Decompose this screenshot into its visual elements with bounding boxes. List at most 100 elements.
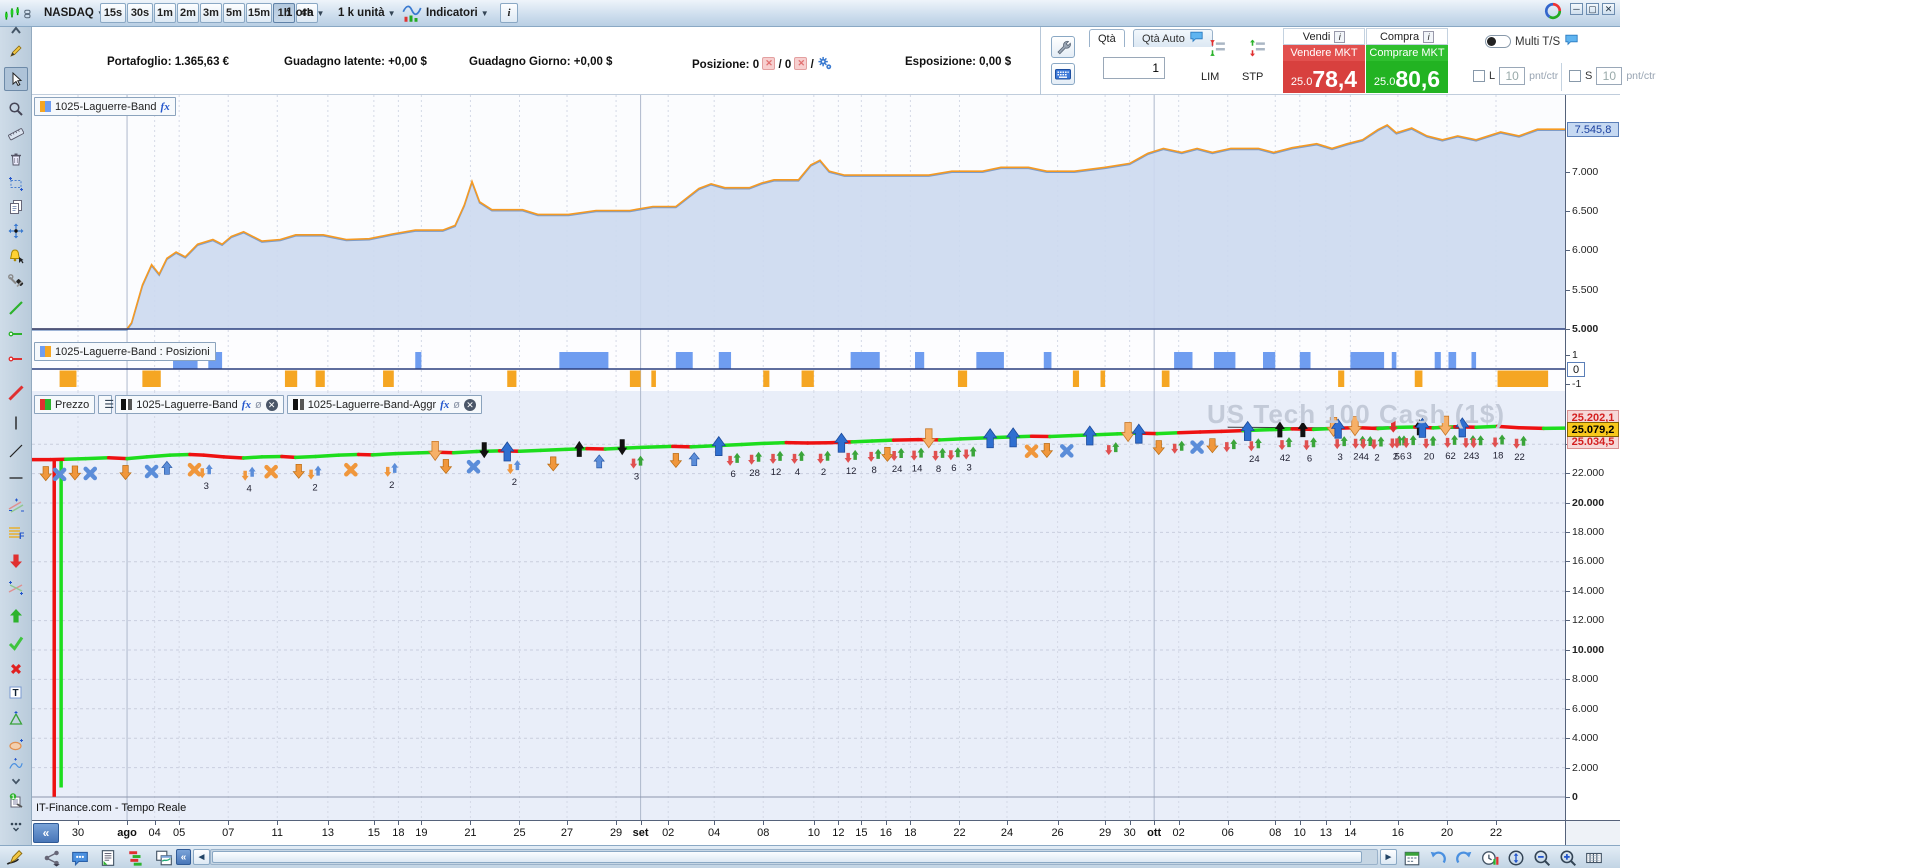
line-vertical-icon[interactable] (4, 411, 28, 435)
trendline-green-icon[interactable] (4, 296, 28, 320)
zone-select-icon[interactable] (4, 172, 28, 196)
info-icon[interactable]: i (1423, 30, 1435, 43)
positions-panel-tab[interactable]: 1025-Laguerre-Band : Posizioni (34, 342, 216, 361)
timeframe-button-5m[interactable]: 5m (223, 3, 245, 23)
close-indicator-icon[interactable]: ✕ (464, 398, 477, 411)
triangle-icon[interactable] (4, 707, 28, 731)
segment-green-icon[interactable] (4, 322, 28, 346)
hide-indicator-icon[interactable]: ø (255, 399, 262, 411)
undo-icon[interactable] (1426, 848, 1450, 867)
move-icon[interactable] (4, 219, 28, 243)
minimize-button[interactable]: ─ (1570, 3, 1583, 15)
fibonacci-icon[interactable]: F (4, 521, 28, 545)
timeframe-button-3m[interactable]: 3m (200, 3, 222, 23)
line-diagonal-icon[interactable] (4, 439, 28, 463)
alarm-icon[interactable] (4, 244, 28, 268)
windows-icon[interactable] (152, 848, 176, 867)
cursor-icon[interactable] (4, 67, 28, 91)
lim-button[interactable]: LIM (1201, 71, 1219, 83)
position-settings-icon[interactable] (817, 56, 833, 74)
tab-qty-auto[interactable]: Qtà Auto (1133, 29, 1213, 47)
calendar-icon[interactable] (1400, 848, 1424, 867)
line-red-icon[interactable] (4, 381, 28, 405)
tools-icon[interactable] (4, 269, 28, 293)
segment-red-icon[interactable] (4, 347, 28, 371)
indicators-menu[interactable]: Indicatori ▼ (426, 3, 489, 23)
zoom-vertical-icon[interactable] (1504, 848, 1528, 867)
timeframe-button-30s[interactable]: 30s (127, 3, 153, 23)
close-position-icon[interactable] (794, 57, 808, 70)
buy-price[interactable]: 25.0 80,6 (1366, 61, 1448, 93)
more-dots-icon[interactable] (4, 813, 28, 837)
arrow-up-green-icon[interactable] (4, 604, 28, 628)
units-select[interactable]: 1 k unità ▼ (338, 3, 396, 23)
sell-mkt-button[interactable]: Vendere MKT (1283, 45, 1365, 61)
orders-badge-icon[interactable]: 1 (4, 789, 28, 813)
report-icon[interactable] (96, 848, 120, 867)
legend-menu-button[interactable]: ☰ (98, 395, 114, 414)
zoom-out-icon[interactable] (1530, 848, 1554, 867)
stop-points-input[interactable] (1596, 67, 1623, 85)
channel-icon[interactable] (4, 494, 28, 518)
period-select[interactable]: 1 ora ▼ (286, 3, 324, 23)
scroll-left-button[interactable]: ◄ (193, 849, 210, 865)
timeframe-button-1m[interactable]: 1m (154, 3, 176, 23)
chart-scrollbar[interactable] (210, 849, 1378, 865)
timeframe-button-2m[interactable]: 2m (177, 3, 199, 23)
timeframe-button-15s[interactable]: 15s (100, 3, 126, 23)
tab-prezzo[interactable]: Prezzo (34, 395, 96, 414)
close-button[interactable]: ✕ (1602, 3, 1615, 15)
chat-icon[interactable] (68, 848, 92, 867)
x-red-icon[interactable] (4, 657, 28, 681)
tab-1025-laguerre-band-aggr[interactable]: 1025-Laguerre-Band-Aggr fx ø ✕ (286, 395, 483, 414)
zoom-in-icon[interactable] (1556, 848, 1580, 867)
timeframe-button-15m[interactable]: 15m (246, 3, 272, 23)
multi-ts-toggle[interactable] (1485, 35, 1511, 48)
tab-1025-laguerre-band[interactable]: 1025-Laguerre-Band fx ø ✕ (115, 395, 284, 414)
close-indicator-icon[interactable]: ✕ (265, 398, 278, 411)
share-icon[interactable] (40, 848, 64, 867)
text-tool-icon[interactable]: T (4, 681, 28, 705)
scroll-right-button[interactable]: ► (1380, 849, 1397, 865)
collapse-left-button[interactable]: « (33, 823, 59, 843)
qty-input[interactable] (1103, 57, 1165, 79)
arrow-down-red-icon[interactable] (4, 549, 28, 573)
close-position-icon[interactable] (762, 57, 776, 70)
magnifier-icon[interactable] (4, 97, 28, 121)
copy-icon[interactable] (4, 195, 28, 219)
positions-panel[interactable]: 1025-Laguerre-Band : Posizioni (32, 340, 1565, 391)
grid-columns-icon[interactable] (1582, 848, 1606, 867)
price-panel[interactable]: 3 4 2 2 2 3 6 28 12 4 2 12 8 24 14 8 6 3 24 42 6 3 24 4 2 2 56 3 20 6… (32, 391, 1565, 820)
sell-price[interactable]: 25.0 78,4 (1283, 61, 1365, 93)
x-axis[interactable]: « 30 ago 04 05 07 11 13 15 18 19 21 25 27 29 set 02 04 08… (32, 820, 1565, 845)
limit-checkbox[interactable] (1473, 70, 1485, 82)
limit-points-input[interactable] (1499, 67, 1526, 85)
buy-mkt-button[interactable]: Comprare MKT (1366, 45, 1448, 61)
draw-pencil-icon[interactable] (2, 848, 26, 867)
stop-checkbox[interactable] (1569, 70, 1581, 82)
history-icon[interactable] (1478, 848, 1502, 867)
collapse-scroll-button[interactable]: « (176, 849, 191, 865)
info-button[interactable]: i (500, 3, 518, 23)
positions-icon[interactable] (124, 848, 148, 867)
scrollbar-thumb[interactable] (212, 851, 1362, 863)
y-axis-label: 8.000 (1572, 673, 1599, 685)
redo-icon[interactable] (1452, 848, 1476, 867)
equity-panel[interactable]: 1025-Laguerre-Band fx (32, 95, 1565, 340)
tab-qty[interactable]: Qtà (1089, 29, 1125, 47)
trash-icon[interactable] (4, 147, 28, 171)
hide-indicator-icon[interactable]: ø (453, 399, 460, 411)
check-green-icon[interactable] (4, 631, 28, 655)
instrument-select[interactable]: NASDAQ▼ (44, 3, 105, 23)
keyboard-button[interactable] (1051, 63, 1075, 85)
pattern-icon[interactable] (4, 576, 28, 600)
ruler-icon[interactable] (4, 122, 28, 146)
equity-panel-tab[interactable]: 1025-Laguerre-Band fx (34, 97, 176, 116)
pencil-icon[interactable] (4, 39, 28, 63)
y-axis[interactable]: 7.545,87.0006.5006.0005.5005.0001-1024.0… (1565, 95, 1620, 866)
stp-button[interactable]: STP (1242, 71, 1263, 83)
line-horizontal-icon[interactable] (4, 466, 28, 490)
info-icon[interactable]: i (1334, 30, 1346, 43)
wrench-button[interactable] (1051, 36, 1075, 58)
maximize-button[interactable]: ▢ (1586, 3, 1599, 15)
